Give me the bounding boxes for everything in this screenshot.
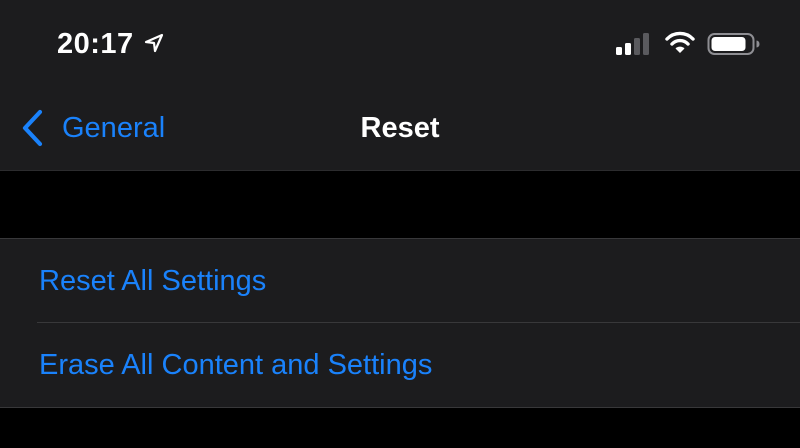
erase-all-content-row[interactable]: Erase All Content and Settings <box>0 323 800 407</box>
wifi-icon <box>665 31 695 53</box>
cellular-signal-icon <box>616 33 649 55</box>
navigation-bar: General Reset <box>0 88 800 170</box>
nav-divider <box>0 170 800 171</box>
settings-reset-screen: 20:17 General Reset Reset All Settings E… <box>0 0 800 448</box>
status-bar: 20:17 <box>0 0 800 88</box>
status-time: 20:17 <box>57 28 134 60</box>
battery-icon <box>707 33 760 55</box>
erase-all-content-label: Erase All Content and Settings <box>39 349 433 381</box>
location-arrow-icon <box>144 33 164 53</box>
reset-options-group: Reset All Settings Erase All Content and… <box>0 238 800 408</box>
reset-all-settings-label: Reset All Settings <box>39 265 267 297</box>
reset-all-settings-row[interactable]: Reset All Settings <box>0 239 800 323</box>
page-title: Reset <box>360 112 440 144</box>
